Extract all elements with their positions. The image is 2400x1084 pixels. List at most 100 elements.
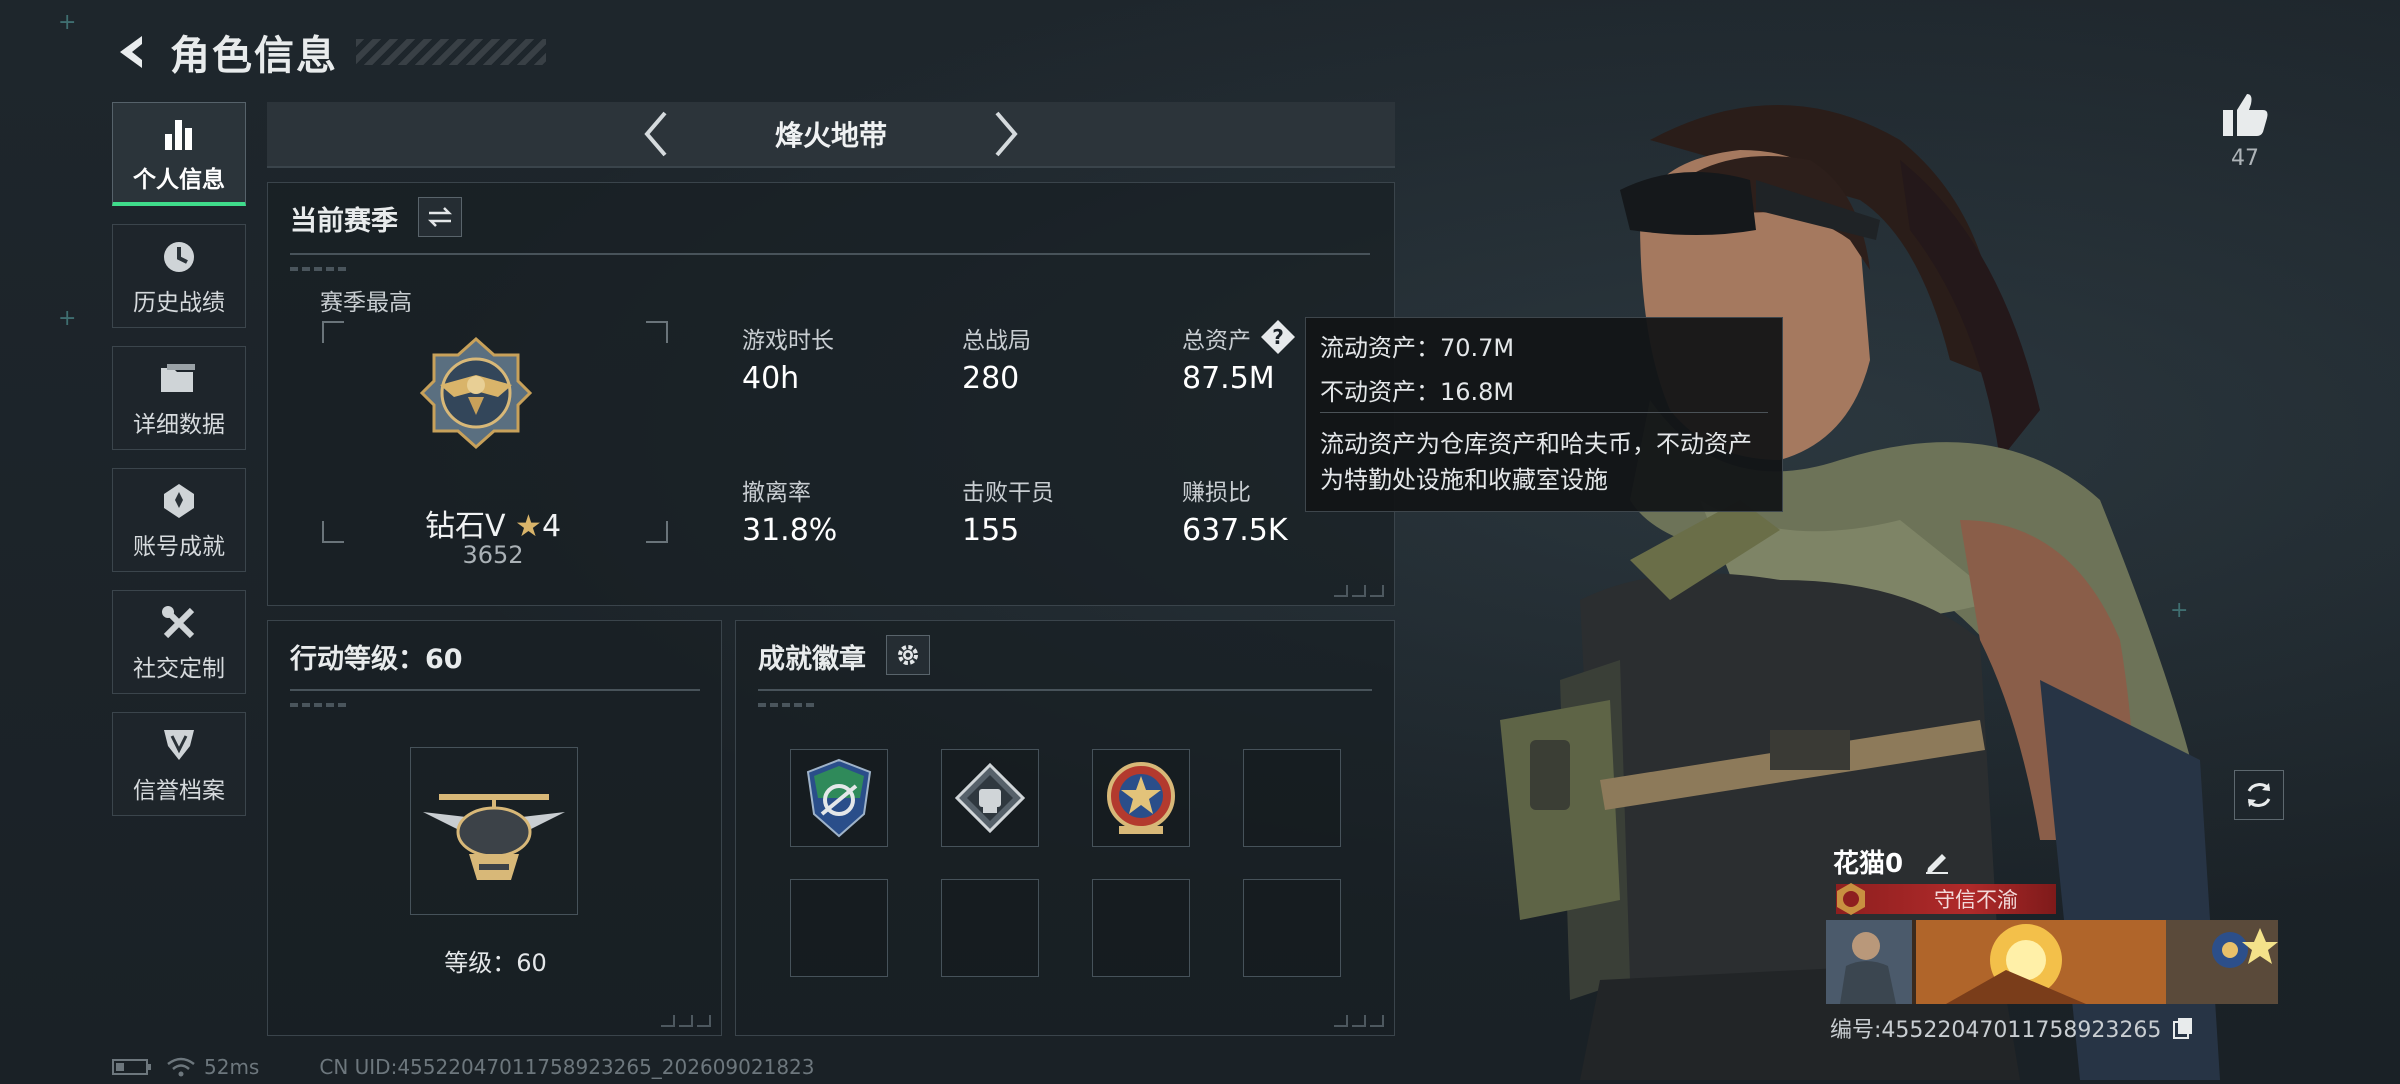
sidebar: 个人信息 历史战绩 详细数据 账号成就 社交定制 信誉档案 [112, 102, 248, 834]
badge-slot-2[interactable] [941, 749, 1039, 847]
stat-value-profit-ratio: 637.5K [1182, 513, 1288, 548]
star-icon: ★ [515, 509, 542, 544]
badge-slot-5[interactable] [790, 879, 888, 977]
badge-slot-3[interactable] [1092, 749, 1190, 847]
sidebar-item-label: 个人信息 [133, 166, 225, 193]
divider-decoration [758, 703, 818, 707]
stat-label-assets: 总资产 [1182, 328, 1251, 354]
bar-chart-icon [161, 112, 197, 156]
tooltip-desc-line2: 为特勤处设施和收藏室设施 [1320, 466, 1608, 494]
mode-switcher: 烽火地带 [267, 102, 1395, 168]
achievement-title: 成就徽章 [758, 644, 866, 675]
stat-value-playtime: 40h [742, 361, 800, 396]
svg-text:?: ? [1272, 325, 1284, 349]
player-title-badge: 守信不渝 [1836, 883, 2056, 915]
rank-stars: 4 [541, 509, 562, 544]
rank-name: 钻石V [424, 509, 506, 544]
status-footer: 52ms CN UID:45522047011758923265_2026090… [112, 1054, 815, 1080]
player-id-text: 编号:45522047011758923265 [1830, 1018, 2162, 1043]
mode-title: 烽火地带 [774, 119, 887, 152]
sidebar-item-label: 账号成就 [133, 534, 225, 560]
wifi-icon [167, 1057, 195, 1077]
season-title: 当前赛季 [290, 206, 398, 237]
thumbs-up-icon [2223, 94, 2268, 136]
sidebar-item-credit[interactable]: 信誉档案 [112, 712, 246, 816]
divider [758, 689, 1372, 691]
like-button[interactable]: 47 [2210, 92, 2280, 171]
tooltip-divider [1320, 412, 1768, 413]
title-emblem-icon [1837, 883, 1865, 915]
assets-tooltip: 流动资产：70.7M 不动资产：16.8M 流动资产为仓库资产和哈夫币，不动资产… [1305, 317, 1783, 512]
rank-points: 3652 [462, 541, 524, 569]
badge-slot-8[interactable] [1243, 879, 1341, 977]
tooltip-liquid-assets: 流动资产：70.7M [1320, 334, 1515, 362]
tools-icon [160, 601, 198, 645]
folder-icon [159, 357, 199, 401]
decor-plus: + [58, 306, 77, 331]
mode-prev-button[interactable] [631, 106, 681, 162]
swap-icon [427, 207, 453, 227]
level-emblem-frame [410, 747, 578, 915]
stat-label-matches: 总战局 [962, 328, 1031, 354]
assets-help-button[interactable]: ? [1260, 319, 1296, 359]
player-name-text: 花猫0 [1833, 849, 1904, 879]
mode-next-button[interactable] [981, 106, 1031, 162]
header-decoration [356, 39, 546, 65]
rank-emblem-icon [418, 335, 534, 455]
tooltip-desc-line1: 流动资产为仓库资产和哈夫币，不动资产 [1320, 430, 1752, 458]
level-label: 等级：60 [444, 949, 547, 977]
badge-slot-6[interactable] [941, 879, 1039, 977]
diamond-fist-badge-icon [955, 763, 1025, 833]
player-banner [1826, 920, 2278, 1004]
action-level-panel: 行动等级：60 等级：60 [267, 620, 722, 1036]
gear-icon [898, 645, 918, 665]
sidebar-item-label: 社交定制 [133, 656, 225, 682]
divider-decoration [290, 267, 350, 271]
badge-slot-4[interactable] [1243, 749, 1341, 847]
corner-decoration [661, 1015, 711, 1027]
season-switch-button[interactable] [418, 197, 462, 237]
chevron-left-icon [644, 111, 667, 157]
uid-value: CN UID:45522047011758923265_202609021823 [319, 1055, 815, 1079]
stat-label-playtime: 游戏时长 [742, 328, 834, 354]
refresh-icon [2247, 783, 2271, 807]
divider [290, 689, 700, 691]
achievement-panel: 成就徽章 [735, 620, 1395, 1036]
badge-slot-1[interactable] [790, 749, 888, 847]
season-panel: 当前赛季 赛季最高 钻石V ★4 3652 游戏时长 40h 总战局 280 总… [267, 182, 1395, 606]
ping-value: 52ms [204, 1055, 260, 1079]
divider-decoration [290, 703, 350, 707]
stat-value-assets: 87.5M [1182, 361, 1275, 396]
stat-value-extract-rate: 31.8% [742, 513, 838, 548]
rank-label: 钻石V ★4 [268, 501, 718, 545]
page-header: 角色信息 [110, 22, 546, 82]
player-title-text: 守信不渝 [1934, 888, 2018, 912]
badge-slot-7[interactable] [1092, 879, 1190, 977]
pencil-icon [1926, 854, 1949, 874]
copy-id-button[interactable] [2172, 1016, 2194, 1046]
sidebar-item-social[interactable]: 社交定制 [112, 590, 246, 694]
back-arrow-icon [120, 36, 142, 68]
edit-name-button[interactable] [1924, 848, 1950, 881]
sidebar-item-achievements[interactable]: 账号成就 [112, 468, 246, 572]
sidebar-item-label: 详细数据 [133, 412, 225, 438]
achievement-icon [160, 479, 198, 523]
sidebar-item-detail-data[interactable]: 详细数据 [112, 346, 246, 450]
like-count: 47 [2231, 146, 2259, 171]
back-button[interactable] [110, 30, 154, 74]
corner-decoration [1334, 1015, 1384, 1027]
corner-decoration [1334, 585, 1384, 597]
star-round-badge-icon [1107, 762, 1175, 834]
battery-icon [112, 1059, 151, 1075]
stat-label-extract-rate: 撤离率 [742, 480, 811, 506]
help-icon: ? [1261, 320, 1295, 354]
helicopter-emblem-icon [423, 794, 565, 880]
action-level-title: 行动等级：60 [290, 644, 463, 675]
refresh-button[interactable] [2234, 770, 2284, 820]
shield-icon [160, 723, 198, 767]
stat-value-matches: 280 [962, 361, 1020, 396]
achievement-settings-button[interactable] [886, 635, 930, 675]
history-icon [160, 235, 198, 279]
sidebar-item-personal-info[interactable]: 个人信息 [112, 102, 246, 206]
sidebar-item-history[interactable]: 历史战绩 [112, 224, 246, 328]
